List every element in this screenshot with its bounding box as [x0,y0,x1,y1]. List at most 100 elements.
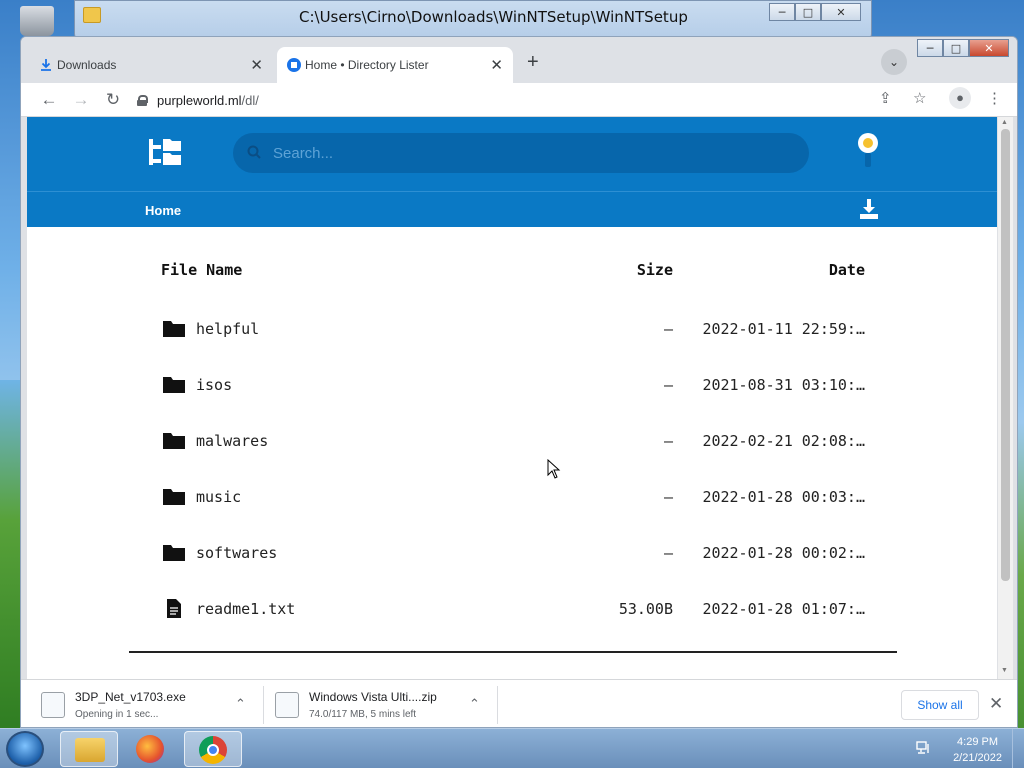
show-desktop-button[interactable] [1012,729,1024,768]
network-icon[interactable] [916,741,932,755]
tab-strip: Downloads ✕ Home • Directory Lister ✕ + … [21,37,1017,83]
bookmark-star-icon[interactable]: ☆ [913,89,926,107]
url-path: /dl/ [241,92,259,108]
table-row[interactable]: malwares — 2022-02-21 02:08:… [129,415,899,471]
tab-search-button[interactable]: ⌄ [881,49,907,75]
tab-label: Downloads [57,58,117,72]
minimize-button[interactable]: ─ [769,3,795,21]
directory-lister-favicon [287,58,301,72]
chrome-taskbar-icon[interactable] [184,731,242,767]
header-date[interactable]: Date [829,261,865,279]
chevron-up-icon[interactable]: ⌃ [469,696,480,712]
chevron-up-icon[interactable]: ⌃ [235,696,246,712]
search-placeholder: Search... [273,144,334,162]
file-date: 2021-08-31 03:10:… [702,376,865,394]
file-name: isos [196,376,233,394]
directory-lister-logo-icon[interactable] [149,137,181,167]
header-file-name[interactable]: File Name [161,261,242,279]
firefox-taskbar-icon[interactable] [122,731,180,767]
explorer-title: C:\Users\Cirno\Downloads\WinNTSetup\WinN… [299,8,688,26]
profile-avatar-icon[interactable]: ● [949,87,971,109]
table-row[interactable]: softwares — 2022-01-28 00:02:… [129,527,899,583]
file-size: — [663,488,673,506]
system-clock[interactable]: 4:29 PM 2/21/2022 [953,734,1002,766]
table-row[interactable]: music — 2022-01-28 00:03:… [129,471,899,527]
exe-file-icon [41,692,65,718]
download-shelf: 3DP_Net_v1703.exe Opening in 1 sec... ⌃ … [21,679,1017,727]
file-name: softwares [196,544,278,562]
explorer-window[interactable]: C:\Users\Cirno\Downloads\WinNTSetup\WinN… [74,0,872,40]
file-name: helpful [196,320,260,338]
breadcrumb: Home [27,191,997,227]
explorer-window-controls: ─ □ ✕ [769,3,861,21]
scroll-up-arrow-icon[interactable]: ▲ [1001,119,1008,126]
folder-icon [163,489,185,505]
tab-directory-lister[interactable]: Home • Directory Lister ✕ [277,47,513,83]
lock-icon[interactable] [137,94,148,106]
file-size: 53.00B [618,600,673,618]
download-filename: Windows Vista Ulti....zip [309,690,437,704]
file-date: 2022-01-28 01:07:… [702,600,865,618]
table-header: File Name Size Date [129,261,899,285]
download-item[interactable]: 3DP_Net_v1703.exe Opening in 1 sec... ⌃ [41,688,255,724]
file-name: readme1.txt [196,600,296,618]
download-separator [497,686,498,724]
vertical-scrollbar[interactable]: ▲ ▼ [998,117,1013,679]
explorer-taskbar-icon[interactable] [60,731,118,767]
close-tab-icon[interactable]: ✕ [490,56,503,74]
clock-time: 4:29 PM [957,736,999,748]
table-row[interactable]: helpful — 2022-01-11 22:59:… [129,303,899,359]
header-size[interactable]: Size [637,261,673,279]
folder-icon [163,377,185,393]
show-all-button[interactable]: Show all [901,690,979,720]
download-status: 74.0/117 MB, 5 mins left [309,709,417,720]
recycle-bin-icon[interactable] [20,6,54,36]
download-separator [263,686,264,724]
folder-icon [163,545,185,561]
scrollbar-thumb[interactable] [1001,129,1010,581]
minimize-button[interactable]: ─ [917,39,943,57]
maximize-button[interactable]: □ [795,3,821,21]
share-icon[interactable]: ⇪ [879,89,892,107]
page-content: Search... Home File Name Size Date helpf… [27,117,997,679]
table-row[interactable]: isos — 2021-08-31 03:10:… [129,359,899,415]
close-button[interactable]: ✕ [969,39,1009,57]
forward-button[interactable]: → [71,90,91,110]
folder-icon [83,7,101,23]
maximize-button[interactable]: □ [943,39,969,57]
back-button[interactable]: ← [39,90,59,110]
chrome-window: Downloads ✕ Home • Directory Lister ✕ + … [20,36,1018,728]
download-item[interactable]: Windows Vista Ulti....zip 74.0/117 MB, 5… [275,688,489,724]
file-name: malwares [196,432,269,450]
clock-date: 2/21/2022 [953,752,1002,764]
scroll-down-arrow-icon[interactable]: ▼ [1001,667,1008,674]
address-bar[interactable]: purpleworld.ml/dl/ [137,86,983,114]
download-icon [41,59,51,71]
taskbar: 4:29 PM 2/21/2022 [0,728,1024,768]
download-filename: 3DP_Net_v1703.exe [75,690,186,704]
search-icon [247,145,261,159]
mouse-cursor-icon [547,459,561,479]
lightbulb-theme-toggle-icon[interactable] [857,133,879,169]
reload-button[interactable]: ↻ [103,90,123,110]
tab-downloads[interactable]: Downloads ✕ [29,47,273,83]
file-size: — [663,544,673,562]
download-zip-icon[interactable] [859,198,879,220]
text-file-icon [167,599,181,618]
start-button[interactable] [6,731,44,767]
zip-file-icon [275,692,299,718]
file-date: 2022-01-11 22:59:… [702,320,865,338]
footer-divider [129,651,897,653]
file-size: — [663,320,673,338]
file-name: music [196,488,242,506]
url-domain: purpleworld.ml [157,92,242,108]
menu-icon[interactable]: ⋮ [987,89,1002,107]
close-tab-icon[interactable]: ✕ [250,56,263,74]
file-size: — [663,376,673,394]
close-button[interactable]: ✕ [821,3,861,21]
search-input[interactable]: Search... [233,133,809,173]
new-tab-button[interactable]: + [527,51,539,74]
breadcrumb-home[interactable]: Home [145,203,181,218]
table-row[interactable]: readme1.txt 53.00B 2022-01-28 01:07:… [129,583,899,639]
close-shelf-icon[interactable]: ✕ [989,694,1003,714]
